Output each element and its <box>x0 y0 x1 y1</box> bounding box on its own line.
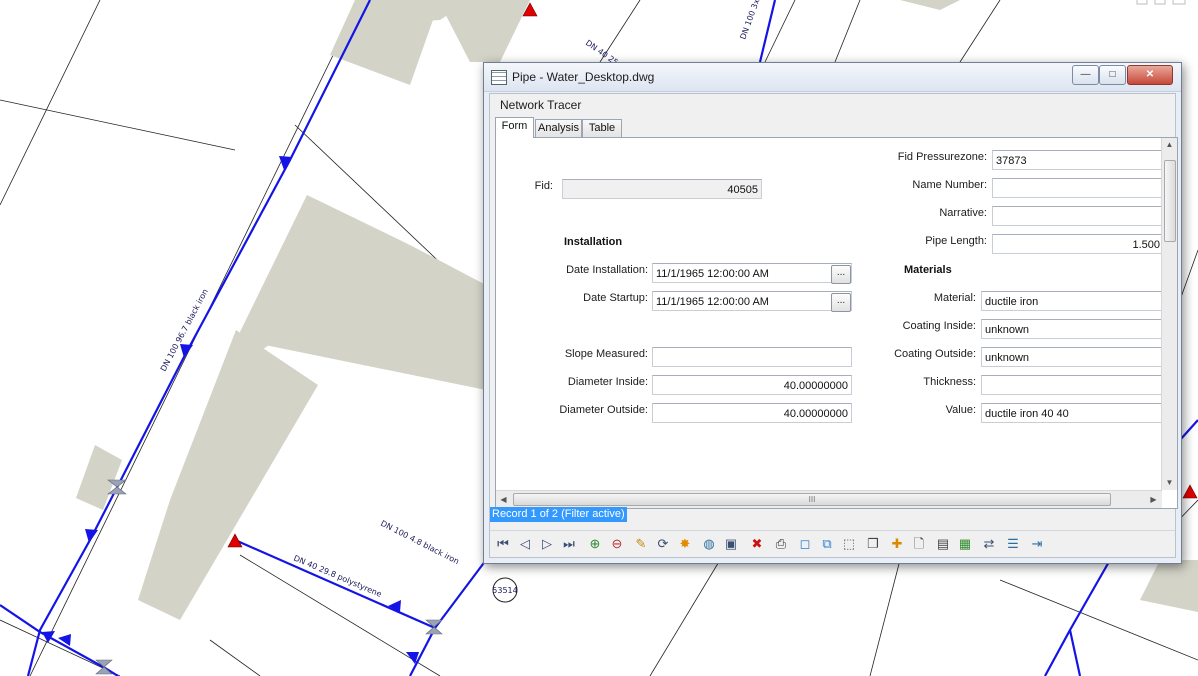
tab-analysis[interactable]: Analysis <box>535 119 582 137</box>
name-number-field[interactable] <box>992 178 1164 198</box>
exit-icon[interactable]: ⇥ <box>1028 535 1046 553</box>
restore-button[interactable]: □ <box>1099 65 1126 85</box>
narrative-field[interactable] <box>992 206 1164 226</box>
narrative-label: Narrative: <box>939 207 987 219</box>
diameter-outside-field[interactable]: 40.00000000 <box>652 403 852 423</box>
coating-inside-field[interactable]: unknown <box>981 319 1164 339</box>
scroll-down-icon[interactable]: ▼ <box>1162 476 1177 490</box>
thickness-field[interactable] <box>981 375 1164 395</box>
name-number-label: Name Number: <box>912 179 987 191</box>
transfer-icon[interactable]: ⇄ <box>980 535 998 553</box>
date-installation-picker-button[interactable]: ... <box>831 265 851 284</box>
value-label: Value: <box>945 404 976 416</box>
building <box>1140 560 1198 612</box>
select-object-icon[interactable]: ◻ <box>796 535 814 553</box>
document-icon[interactable]: 🗋 <box>910 535 928 553</box>
installation-header: Installation <box>564 236 623 248</box>
fid-pressurezone-field[interactable]: 37873 <box>992 150 1164 170</box>
refresh-icon[interactable]: ⟳ <box>654 535 672 553</box>
minimize-button[interactable]: — <box>1072 65 1099 85</box>
record-toolbar: ⏮ ◁ ▷ ⏭ ⊕ ⊖ ✎ ⟳ ✸ ◍ ▣ ✖ ⎙ ◻ ⧉ ⬚ ❐ ✚ 🗋 ▤ ▦ ⇄ ☰ ⇥ <box>490 530 1175 555</box>
report-icon[interactable]: ▤ <box>934 535 952 553</box>
date-startup-picker-button[interactable]: ... <box>831 293 851 312</box>
date-startup-field[interactable]: 11/1/1965 12:00:00 AM <box>652 291 852 311</box>
diameter-outside-label: Diameter Outside: <box>559 404 648 416</box>
print-icon[interactable]: ⎙ <box>772 535 790 553</box>
form-panel: Fid: 40505 Installation Date Installatio… <box>495 137 1178 509</box>
delete-icon[interactable]: ✖ <box>748 535 766 553</box>
slope-measured-field[interactable] <box>652 347 852 367</box>
building <box>76 445 122 510</box>
app-window-controls <box>1136 0 1186 5</box>
add-selection-icon[interactable]: ⧉ <box>818 535 836 553</box>
horizontal-scrollbar[interactable]: ◀ III ▶ <box>496 490 1162 508</box>
building <box>138 330 318 620</box>
zoom-globe-icon[interactable]: ◍ <box>700 535 718 553</box>
coating-outside-field[interactable]: unknown <box>981 347 1164 367</box>
table-icon <box>491 70 507 85</box>
date-installation-label: Date Installation: <box>566 264 648 276</box>
date-installation-field[interactable]: 11/1/1965 12:00:00 AM <box>652 263 852 283</box>
pipe-label: DN 40 29.8 polystyrene <box>292 554 383 599</box>
close-button[interactable]: ✕ <box>1127 65 1173 85</box>
fid-field: 40505 <box>562 179 762 199</box>
scroll-right-icon[interactable]: ▶ <box>1146 491 1161 508</box>
slope-measured-label: Slope Measured: <box>564 348 648 360</box>
node-label: 53514 <box>492 586 517 595</box>
record-status: Record 1 of 2 (Filter active) <box>490 507 627 522</box>
thickness-label: Thickness: <box>923 376 976 388</box>
horizontal-scroll-thumb[interactable]: III <box>513 493 1111 506</box>
tab-form[interactable]: Form <box>495 117 534 138</box>
value-field[interactable]: ductile iron 40 40 <box>981 403 1164 423</box>
tab-table[interactable]: Table <box>582 119 622 137</box>
previous-record-icon[interactable]: ◁ <box>516 535 534 553</box>
vertical-scrollbar[interactable]: ▲ ▼ <box>1161 138 1177 490</box>
fid-pressurezone-label: Fid Pressurezone: <box>897 151 987 163</box>
settings-sliders-icon[interactable]: ☰ <box>1004 535 1022 553</box>
diameter-inside-field[interactable]: 40.00000000 <box>652 375 852 395</box>
fid-label: Fid: <box>534 180 553 192</box>
highlight-star-icon[interactable]: ✸ <box>676 535 694 553</box>
select-area-icon[interactable]: ▣ <box>722 535 740 553</box>
copy-object-icon[interactable]: ❐ <box>864 535 882 553</box>
scroll-left-icon[interactable]: ◀ <box>496 491 511 508</box>
coating-outside-label: Coating Outside: <box>894 348 976 360</box>
select-all-icon[interactable]: ⬚ <box>840 535 858 553</box>
date-startup-label: Date Startup: <box>583 292 648 304</box>
pipe-length-label: Pipe Length: <box>925 235 987 247</box>
next-record-icon[interactable]: ▷ <box>538 535 556 553</box>
window-client: Network Tracer Form Analysis Table Fid: … <box>489 93 1178 558</box>
menu-network-tracer[interactable]: Network Tracer <box>500 98 581 112</box>
scroll-up-icon[interactable]: ▲ <box>1162 138 1177 152</box>
diameter-inside-label: Diameter Inside: <box>567 376 648 388</box>
title-bar[interactable]: Pipe - Water_Desktop.dwg — □ ✕ <box>484 63 1181 92</box>
edit-pencil-icon[interactable]: ✎ <box>632 535 650 553</box>
new-record-icon[interactable]: ✚ <box>888 535 906 553</box>
material-field[interactable]: ductile iron <box>981 291 1164 311</box>
add-report-icon[interactable]: ▦ <box>956 535 974 553</box>
materials-header: Materials <box>904 264 952 276</box>
window-title: Pipe - Water_Desktop.dwg <box>512 70 655 84</box>
building <box>438 0 530 62</box>
vertical-scroll-thumb[interactable] <box>1164 160 1176 242</box>
coating-inside-label: Coating Inside: <box>902 320 976 332</box>
pipe-attribute-window[interactable]: Pipe - Water_Desktop.dwg — □ ✕ Network T… <box>483 62 1182 564</box>
add-filter-icon[interactable]: ⊕ <box>586 535 604 553</box>
pipe-label: DN 100 4.8 black iron <box>379 519 460 566</box>
building <box>900 0 960 10</box>
last-record-icon[interactable]: ⏭ <box>560 535 578 553</box>
first-record-icon[interactable]: ⏮ <box>494 535 512 553</box>
pipe-label: DN 100 3x <box>738 0 761 41</box>
pipe-length-field[interactable]: 1.500 <box>992 234 1164 254</box>
remove-filter-icon[interactable]: ⊖ <box>608 535 626 553</box>
material-label: Material: <box>933 292 976 304</box>
